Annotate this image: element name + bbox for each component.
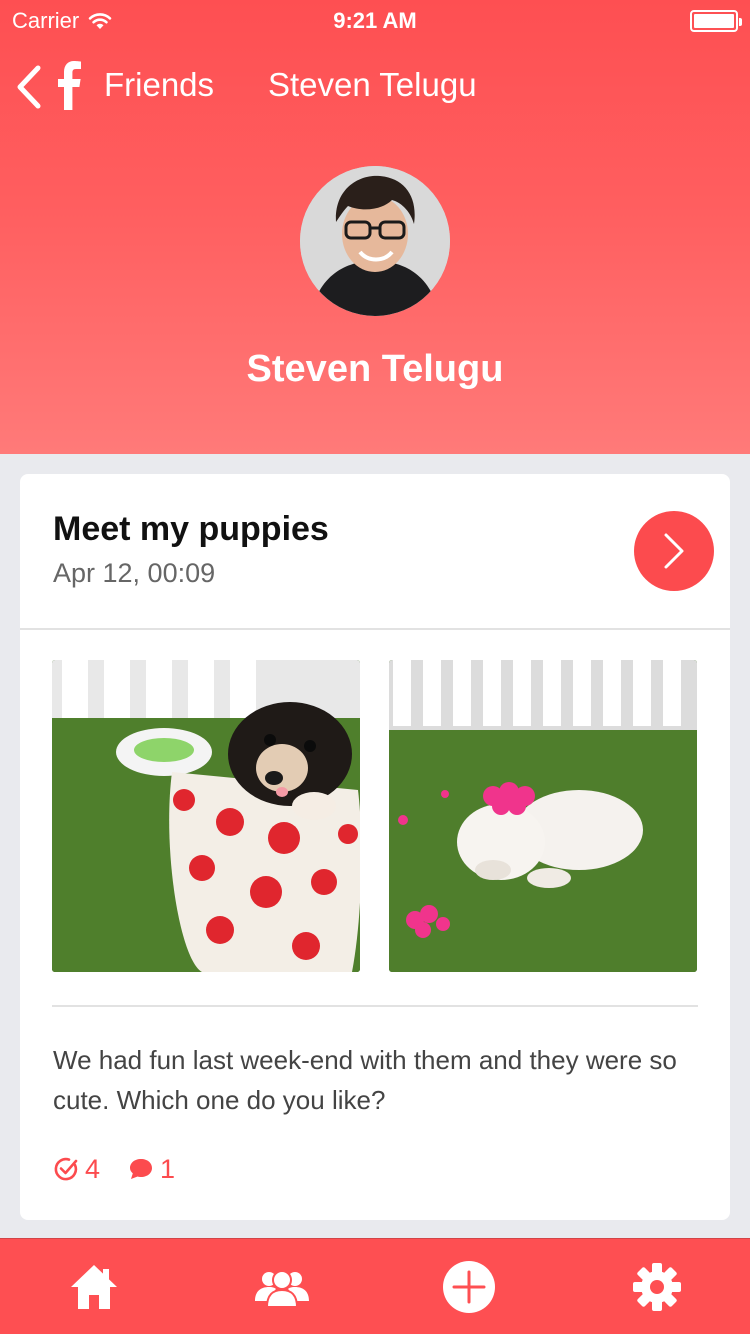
divider: [52, 1005, 698, 1007]
post-title: Meet my puppies: [53, 510, 329, 548]
tab-home[interactable]: [54, 1239, 134, 1334]
divider: [20, 628, 730, 630]
check-circle-icon: [54, 1157, 78, 1181]
comment-stat[interactable]: 1: [128, 1154, 175, 1185]
tab-settings[interactable]: [617, 1239, 697, 1334]
battery-icon: [690, 10, 742, 32]
post-stats: 4 1: [53, 1154, 203, 1184]
photo-puppy-flower[interactable]: [389, 660, 697, 972]
post-date: Apr 12, 00:09: [53, 558, 216, 588]
battery-level: [694, 14, 734, 28]
profile-header: Carrier 9:21 AM Friends Steven Telugu St…: [0, 0, 750, 454]
photo-puppy-cup[interactable]: [52, 660, 360, 972]
open-post-button[interactable]: [634, 511, 714, 591]
nav-title: Steven Telugu: [268, 66, 477, 103]
avatar-image: [300, 166, 450, 316]
friends-icon: [255, 1270, 309, 1307]
comment-count: 1: [160, 1153, 176, 1184]
tab-add[interactable]: [429, 1239, 509, 1334]
post-card: Meet my puppies Apr 12, 00:09 We had fun…: [20, 474, 730, 1220]
status-bar: Carrier 9:21 AM: [0, 0, 750, 40]
clock: 9:21 AM: [333, 8, 417, 33]
like-count: 4: [85, 1153, 101, 1184]
profile-name: Steven Telugu: [246, 348, 504, 390]
tab-friends[interactable]: [242, 1239, 322, 1334]
settings-icon: [633, 1263, 681, 1311]
like-stat[interactable]: 4: [53, 1154, 100, 1185]
comment-icon: [130, 1159, 153, 1179]
facebook-icon: [58, 61, 81, 110]
puppy-cup-image: [52, 660, 360, 972]
chevron-left-icon[interactable]: [14, 64, 44, 110]
tab-bar: [0, 1238, 750, 1334]
add-icon: [443, 1261, 495, 1313]
avatar[interactable]: [300, 166, 450, 316]
puppy-flower-image: [389, 660, 697, 972]
home-icon: [71, 1265, 117, 1309]
navigation-bar: Friends Steven Telugu: [0, 56, 750, 116]
chevron-right-icon: [664, 533, 684, 569]
post-body: We had fun last week-end with them and t…: [53, 1045, 677, 1115]
nav-friends-link[interactable]: Friends: [104, 66, 214, 104]
